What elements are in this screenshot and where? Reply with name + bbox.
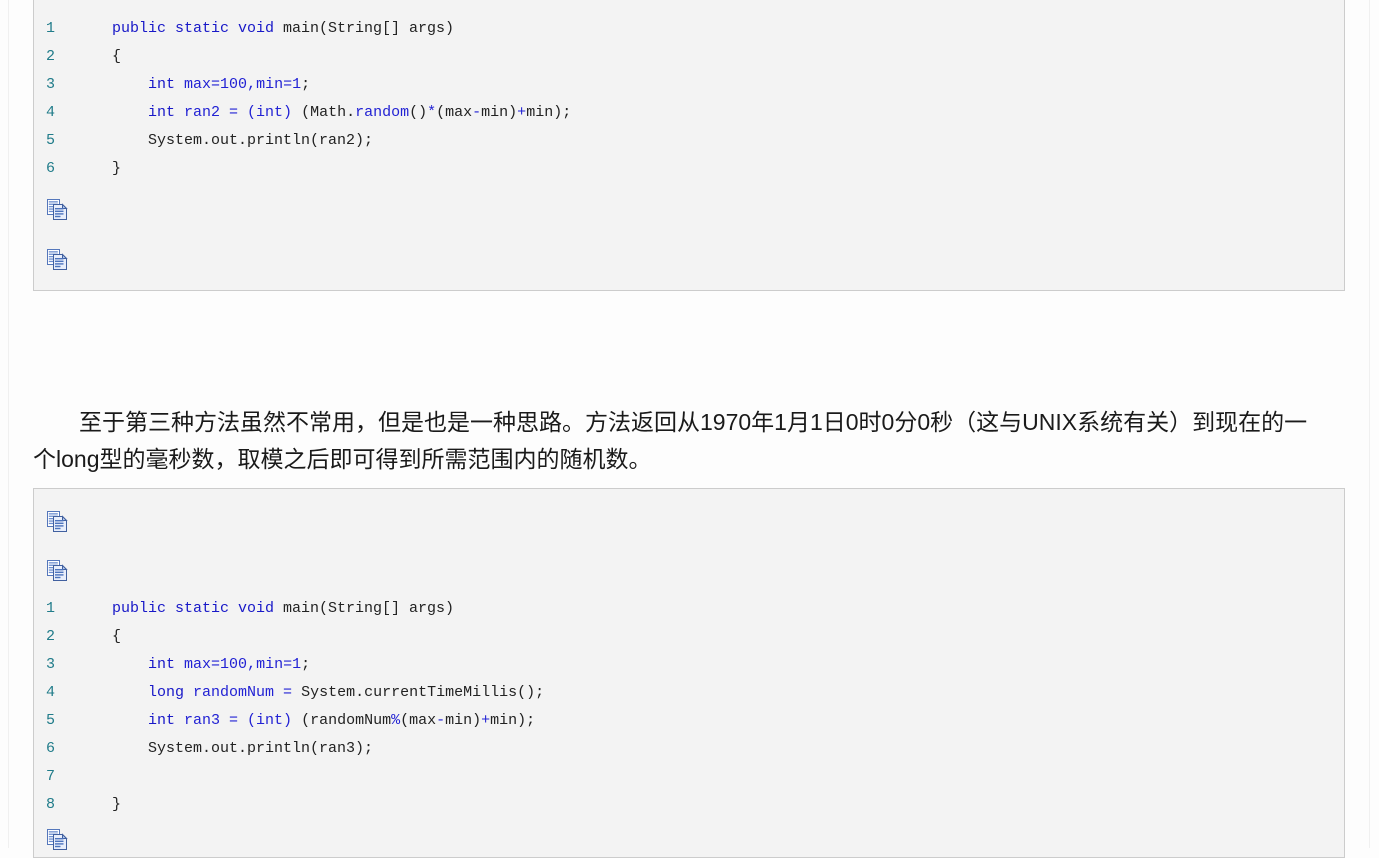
line-content: }: [112, 160, 122, 177]
paragraph-line-2: long型的毫秒数，取模之后即可得到所需范围内的随机数。: [56, 446, 652, 472]
copy-to-clipboard-icon[interactable]: [47, 511, 68, 532]
line-number: 5: [46, 712, 56, 729]
page-gutter-rule-right: [1369, 0, 1370, 848]
document-page: 1 public static void main(String[] args) 2…: [0, 0, 1379, 858]
line-number: 6: [46, 740, 56, 757]
line-number: 3: [46, 656, 56, 673]
line-content: System.out.println(ran3);: [112, 740, 374, 757]
line-content: public static void main(String[] args): [112, 20, 455, 37]
line-number: 8: [46, 796, 56, 813]
line-number: 2: [46, 48, 56, 65]
copy-to-clipboard-icon[interactable]: [47, 560, 68, 581]
line-content: System.out.println(ran2);: [112, 132, 374, 149]
code-block-ran2: 1 public static void main(String[] args) 2…: [33, 0, 1345, 291]
line-number: 1: [46, 20, 56, 37]
line-content: public static void main(String[] args): [112, 600, 455, 617]
line-content: long randomNum = System.currentTimeMilli…: [148, 684, 545, 701]
copy-to-clipboard-icon[interactable]: [47, 829, 68, 850]
line-number: 3: [46, 76, 56, 93]
line-content: int max=100,min=1;: [148, 656, 311, 673]
line-number: 7: [46, 768, 56, 785]
copy-to-clipboard-icon[interactable]: [47, 249, 68, 270]
line-number: 1: [46, 600, 56, 617]
line-number: 2: [46, 628, 56, 645]
line-content: int ran3 = (int) (randomNum%(max-min)+mi…: [148, 712, 536, 729]
line-content: }: [112, 796, 122, 813]
line-number: 6: [46, 160, 56, 177]
line-content: {: [112, 48, 122, 65]
code-block-ran3: 1 public static void main(String[] args) 2…: [33, 488, 1345, 858]
line-content: int ran2 = (int) (Math.random()*(max-min…: [148, 104, 572, 121]
page-gutter-rule-left: [8, 0, 9, 848]
line-number: 5: [46, 132, 56, 149]
line-content: int max=100,min=1;: [148, 76, 311, 93]
line-number: 4: [46, 104, 56, 121]
copy-to-clipboard-icon[interactable]: [47, 199, 68, 220]
line-number: 4: [46, 684, 56, 701]
body-paragraph: 至于第三种方法虽然不常用，但是也是一种思路。方法返回从1970年1月1日0时0分…: [33, 404, 1323, 478]
line-content: {: [112, 628, 122, 645]
